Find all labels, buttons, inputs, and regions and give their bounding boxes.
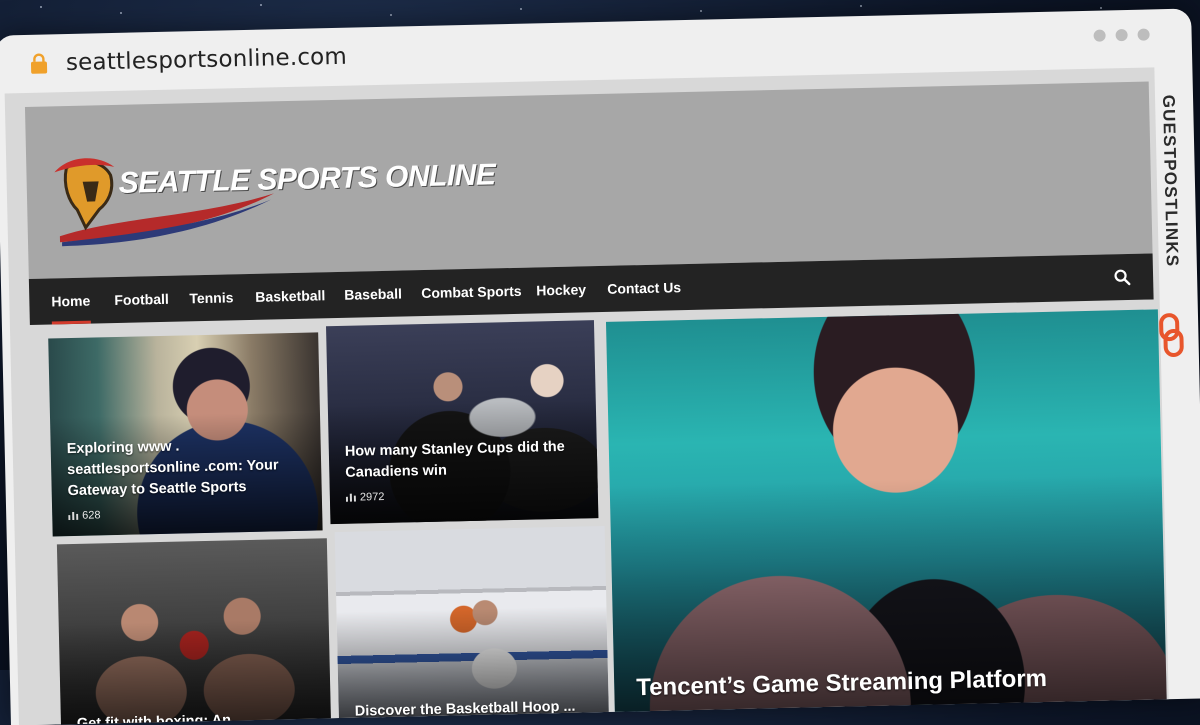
post-card[interactable]: Get fit with boxing: An introduction xyxy=(56,538,332,725)
window-dot-icon[interactable] xyxy=(1137,28,1150,41)
bar-chart-icon xyxy=(345,493,356,502)
browser-window: seattlesportsonline.com SEATTLE SPORTS O… xyxy=(0,8,1200,725)
watermark-text: GUESTPOSTLINKS xyxy=(1158,94,1182,268)
nav-item-basketball[interactable]: Basketball xyxy=(255,272,326,320)
guestpostlinks-watermark: GUESTPOSTLINKS xyxy=(1148,61,1191,362)
window-controls xyxy=(1083,27,1150,46)
bar-chart-icon xyxy=(68,511,79,521)
view-count-value: 2972 xyxy=(359,490,385,504)
window-dot-icon[interactable] xyxy=(1093,29,1106,42)
nav-item-contact-us[interactable]: Contact Us xyxy=(607,264,682,312)
nav-item-football[interactable]: Football xyxy=(114,276,169,323)
view-count-value: 628 xyxy=(82,509,101,522)
post-title[interactable]: Discover the Basketball Hoop ... Shop Ju… xyxy=(355,696,596,725)
post-card[interactable]: How many Stanley Cups did the Canadiens … xyxy=(326,320,599,525)
chain-link-icon xyxy=(1159,313,1184,358)
post-title[interactable]: Exploring www . seattlesportsonline .com… xyxy=(66,434,307,502)
view-count: 628 xyxy=(68,509,101,522)
url-text[interactable]: seattlesportsonline.com xyxy=(66,44,348,76)
view-count: 2972 xyxy=(345,490,385,504)
nav-item-tennis[interactable]: Tennis xyxy=(189,274,234,321)
post-title[interactable]: How many Stanley Cups did the Canadiens … xyxy=(345,436,584,483)
nav-item-hockey[interactable]: Hockey xyxy=(536,266,587,313)
nav-item-home[interactable]: Home xyxy=(51,278,91,325)
page-viewport: SEATTLE SPORTS ONLINE Home Football Tenn… xyxy=(4,67,1169,725)
site-logo-text[interactable]: SEATTLE SPORTS ONLINE xyxy=(118,158,495,201)
featured-post-card[interactable]: Tencent’s Game Streaming Platform xyxy=(605,309,1168,725)
nav-item-baseball[interactable]: Baseball xyxy=(344,271,403,318)
post-card[interactable]: Exploring www . seattlesportsonline .com… xyxy=(48,332,323,537)
lock-icon xyxy=(30,53,48,74)
site-header: SEATTLE SPORTS ONLINE xyxy=(24,81,1153,279)
post-card[interactable]: Discover the Basketball Hoop ... Shop Ju… xyxy=(334,525,610,725)
window-dot-icon[interactable] xyxy=(1115,28,1128,42)
search-icon[interactable] xyxy=(1113,268,1131,286)
nav-item-combat-sports[interactable]: Combat Sports xyxy=(421,268,522,316)
